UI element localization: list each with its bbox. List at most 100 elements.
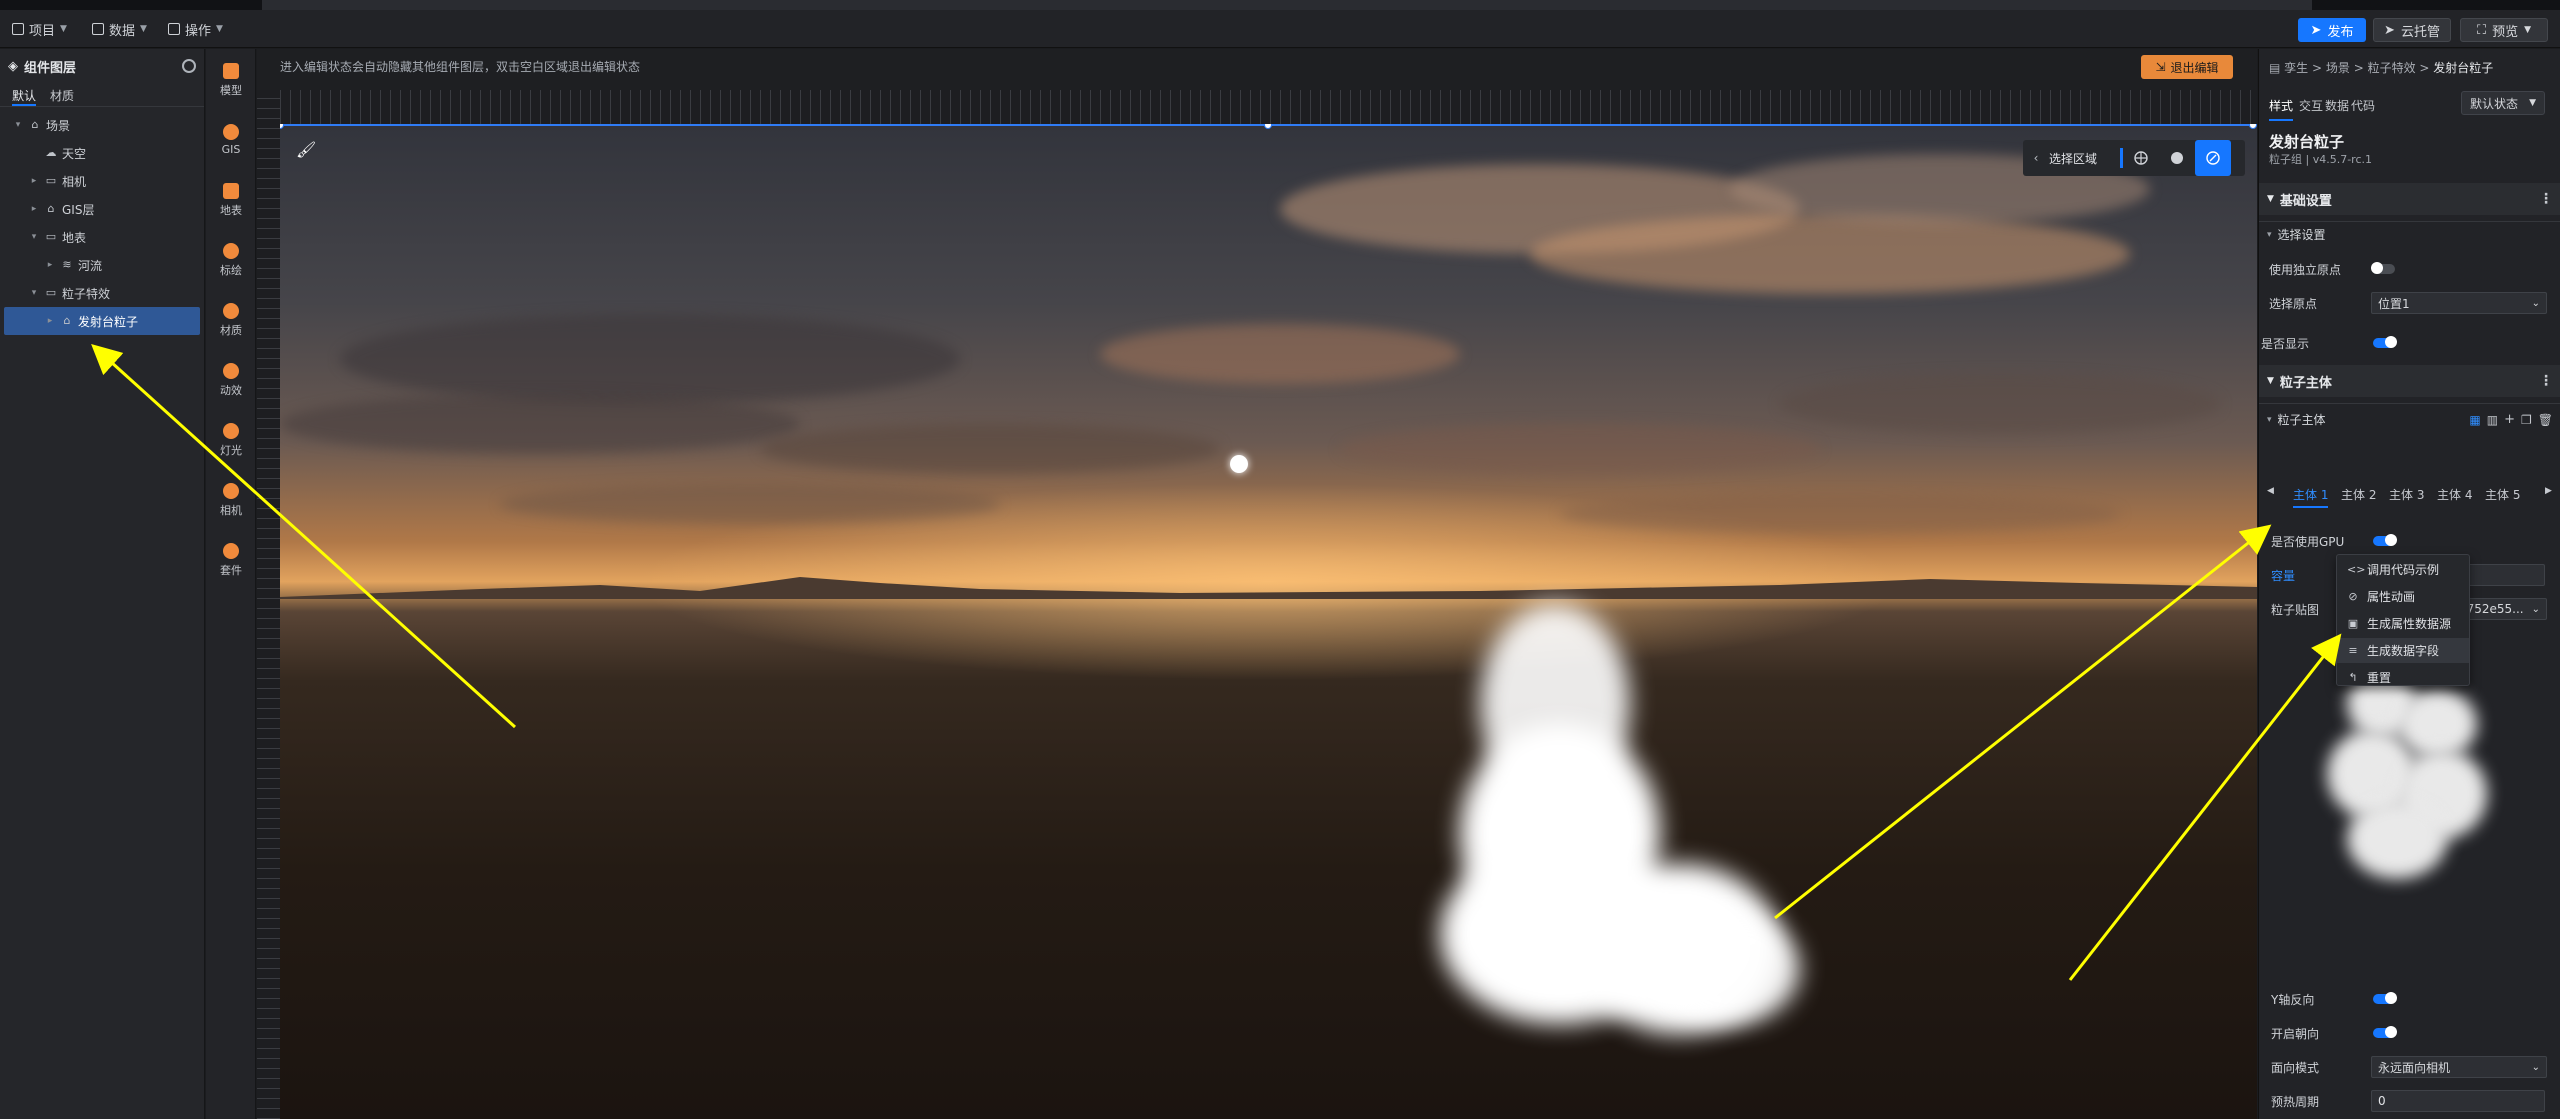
exit-edit-label: 退出编辑 [2170, 60, 2219, 75]
component-0[interactable]: 模型 [206, 55, 256, 105]
code-icon: <> [2347, 563, 2366, 576]
layer-item[interactable]: ▸ ≋ 河流 [0, 251, 204, 279]
layer-item[interactable]: ▸ ▭ 相机 [0, 167, 204, 195]
subsection-select-settings[interactable]: ▾ 选择设置 [2259, 221, 2560, 247]
layer-item[interactable]: ☁ 天空 [0, 139, 204, 167]
expand-arrow-icon[interactable]: ▸ [44, 260, 56, 270]
section-particle-body[interactable]: ▼ 粒子主体 ⋮ [2259, 365, 2560, 397]
breadcrumb-item[interactable]: 粒子特效 [2368, 61, 2416, 75]
exit-edit-button[interactable]: ⇲ 退出编辑 [2141, 55, 2233, 79]
globe-view-button[interactable] [2123, 140, 2159, 176]
layer-item[interactable]: ▾ ▭ 粒子特效 [0, 279, 204, 307]
layer-type-icon: ▭ [45, 174, 57, 187]
y-flip-label: Y轴反向 [2271, 992, 2315, 1007]
y-flip-toggle[interactable] [2373, 992, 2397, 1004]
tab-code[interactable]: 代码 [2351, 97, 2375, 114]
expand-arrow-icon[interactable]: ▸ [44, 316, 56, 326]
selection-handle[interactable] [1264, 124, 1272, 129]
caret-down-icon: ▾ [2267, 414, 2272, 425]
menu-item-code-example[interactable]: <> 调用代码示例 [2337, 557, 2469, 582]
add-icon[interactable]: + [2504, 412, 2515, 427]
database-icon [92, 23, 104, 35]
3d-viewport[interactable]: 🖌 ‹ 选择区域 [280, 124, 2257, 1119]
tab-default[interactable]: 默认 [12, 83, 37, 106]
chevron-down-icon: ▼ [2524, 25, 2532, 35]
menu-data[interactable]: 数据 ▼ [92, 18, 147, 40]
menu-item-generate-field[interactable]: ≡ 生成数据字段 [2337, 638, 2469, 663]
component-4[interactable]: 材质 [206, 295, 256, 345]
tab-body-3[interactable]: 主体 3 [2389, 486, 2424, 503]
search-icon[interactable] [182, 59, 196, 73]
origin-label: 选择原点 [2269, 296, 2318, 311]
breadcrumb-item[interactable]: 场景 [2326, 61, 2350, 75]
facing-mode-select[interactable]: 永远面向相机 ⌄ [2371, 1056, 2547, 1078]
visible-toggle[interactable] [2373, 336, 2397, 348]
tab-body-4[interactable]: 主体 4 [2437, 486, 2472, 503]
component-5[interactable]: 动效 [206, 355, 256, 405]
use-gpu-toggle[interactable] [2373, 534, 2397, 546]
subsection-particle-body[interactable]: ▾ 粒子主体 ▦ ▥ + ❐ 🗑 [2259, 403, 2560, 435]
section-basic-settings[interactable]: ▼ 基础设置 ⋮ [2259, 183, 2560, 215]
menu-operation[interactable]: 操作 ▼ [168, 18, 223, 40]
tab-data[interactable]: 数据 [2325, 97, 2349, 114]
orbit-view-button[interactable] [2195, 140, 2231, 176]
cloud-hosting-button[interactable]: ➤ 云托管 [2373, 18, 2451, 42]
sphere-view-button[interactable] [2159, 140, 2195, 176]
menu-item-property-animation[interactable]: ⊘ 属性动画 [2337, 584, 2469, 609]
expand-arrow-icon[interactable]: ▸ [28, 204, 40, 214]
breadcrumb-item[interactable]: 孪生 [2284, 61, 2308, 75]
component-icon [223, 182, 239, 199]
layer-item-label: 场景 [46, 118, 71, 133]
horizontal-ruler [280, 90, 2257, 124]
component-icon [223, 422, 239, 439]
menu-item-label: 重置 [2367, 671, 2392, 685]
component-6[interactable]: 灯光 [206, 415, 256, 465]
tab-body-1[interactable]: 主体 1 [2293, 486, 2329, 508]
component-2[interactable]: 地表 [206, 175, 256, 225]
component-8[interactable]: 套件 [206, 535, 256, 585]
chevron-left-icon[interactable]: ‹ [2023, 151, 2049, 165]
tab-material[interactable]: 材质 [50, 83, 74, 106]
selection-handle[interactable] [280, 124, 284, 129]
texture-select-value: 752e55... [2466, 602, 2524, 616]
expand-arrow-icon[interactable]: ▸ [28, 176, 40, 186]
publish-button[interactable]: ➤ 发布 [2298, 18, 2366, 42]
menu-item-reset[interactable]: ↰ 重置 [2337, 665, 2469, 690]
grid-layout-icon[interactable]: ▦ [2469, 413, 2480, 427]
layer-item-label: GIS层 [62, 202, 95, 217]
chevron-right-icon[interactable]: ▶ [2545, 486, 2552, 496]
delete-icon[interactable]: 🗑 [2538, 413, 2553, 427]
state-select-value: 默认状态 [2470, 96, 2519, 111]
expand-arrow-icon[interactable]: ▾ [12, 120, 24, 130]
component-7[interactable]: 相机 [206, 475, 256, 525]
selection-handle[interactable] [2249, 124, 2257, 129]
table-icon[interactable]: ▥ [2487, 413, 2498, 427]
brush-icon[interactable]: 🖌 [296, 140, 320, 164]
select-area-label[interactable]: 选择区域 [2049, 148, 2123, 168]
tab-interaction[interactable]: 交互 [2299, 97, 2323, 114]
tab-body-5[interactable]: 主体 5 [2485, 486, 2520, 503]
tab-style[interactable]: 样式 [2269, 97, 2294, 121]
layer-item[interactable]: ▸ ⌂ GIS层 [0, 195, 204, 223]
facing-toggle[interactable] [2373, 1026, 2397, 1038]
layer-item[interactable]: ▾ ▭ 地表 [0, 223, 204, 251]
chevron-down-icon: ▼ [60, 24, 67, 34]
state-select[interactable]: 默认状态 ▼ [2461, 91, 2545, 115]
use-origin-toggle[interactable] [2371, 262, 2395, 274]
tab-body-2[interactable]: 主体 2 [2341, 486, 2376, 503]
origin-select[interactable]: 位置1 ⌄ [2371, 292, 2547, 314]
expand-arrow-icon[interactable]: ▾ [28, 232, 40, 242]
more-icon[interactable]: ⋮ [2539, 373, 2553, 389]
copy-icon[interactable]: ❐ [2521, 413, 2532, 427]
more-icon[interactable]: ⋮ [2539, 191, 2553, 207]
component-3[interactable]: 标绘 [206, 235, 256, 285]
menu-project[interactable]: 项目 ▼ [12, 18, 67, 40]
menu-item-generate-datasource[interactable]: ▣ 生成属性数据源 [2337, 611, 2469, 636]
component-1[interactable]: GIS [206, 115, 256, 165]
chevron-left-icon[interactable]: ◀ [2267, 486, 2274, 496]
preview-button[interactable]: ⛶ 预览 ▼ [2460, 18, 2548, 42]
warmup-input[interactable]: 0 [2371, 1090, 2545, 1112]
layer-item[interactable]: ▸ ⌂ 发射台粒子 [4, 307, 200, 335]
layer-item[interactable]: ▾ ⌂ 场景 [0, 111, 204, 139]
expand-arrow-icon[interactable]: ▾ [28, 288, 40, 298]
